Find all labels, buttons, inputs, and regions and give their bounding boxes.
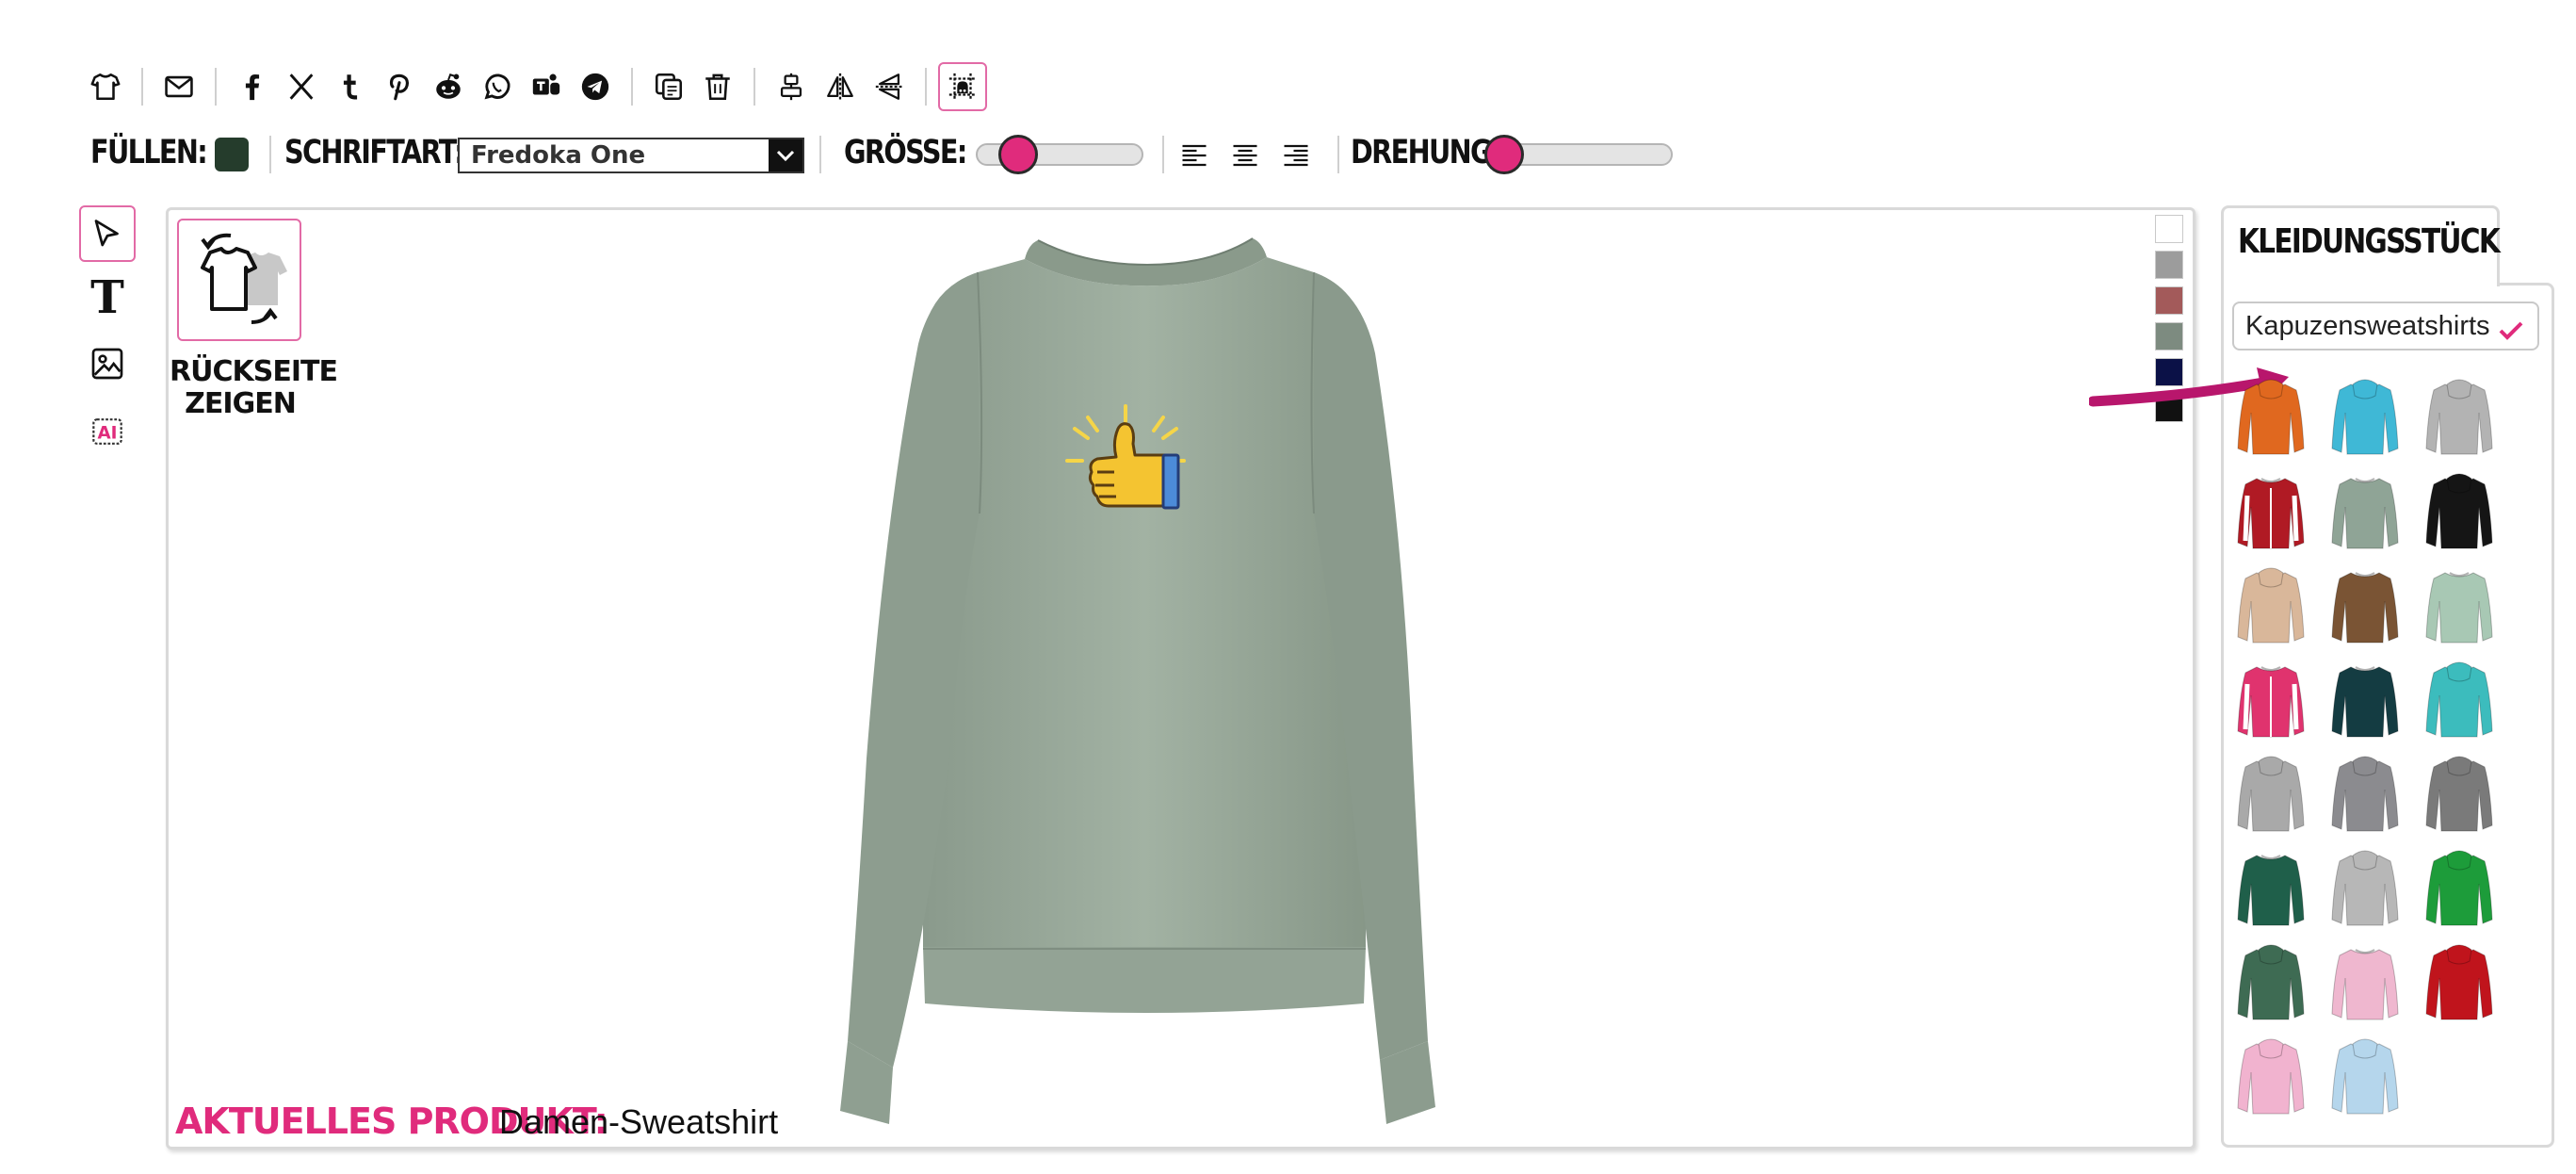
garment-light-blue-hoodie[interactable] <box>2326 1033 2404 1117</box>
garment-red-hoodie[interactable] <box>2421 938 2498 1023</box>
category-select[interactable]: Kapuzensweatshirts <box>2232 302 2539 351</box>
color-swatch[interactable] <box>2155 286 2183 315</box>
mail-icon[interactable] <box>154 62 203 111</box>
options-divider <box>1162 136 1164 173</box>
whatsapp-icon[interactable] <box>473 62 522 111</box>
pinterest-icon[interactable] <box>375 62 424 111</box>
align-left-icon[interactable] <box>1175 137 1213 174</box>
font-select[interactable]: Fredoka One <box>458 138 804 173</box>
svg-text:AI: AI <box>97 423 117 443</box>
garment-orange-hoodie[interactable] <box>2232 373 2309 458</box>
text-icon[interactable]: T <box>79 269 136 326</box>
ai-icon[interactable]: AI <box>79 403 136 460</box>
trash-icon[interactable] <box>693 62 742 111</box>
garment-pink-college-jacket[interactable] <box>2232 656 2309 741</box>
top-toolbar <box>81 60 987 113</box>
align-center-icon[interactable] <box>1226 137 1264 174</box>
garment-mint-sweatshirt[interactable] <box>2421 562 2498 646</box>
product-sweatshirt-image <box>840 237 1435 1124</box>
align-center-vertical-icon[interactable] <box>767 62 816 111</box>
rotation-slider-handle[interactable] <box>1484 135 1524 174</box>
garment-teal-dark-sweatshirt[interactable] <box>2326 656 2404 741</box>
rotation-label: DREHUNG: <box>1351 134 1501 171</box>
color-swatch[interactable] <box>2155 215 2183 243</box>
garment-grey-women-hoodie[interactable] <box>2326 844 2404 929</box>
current-product-name: Damen-Sweatshirt <box>499 1102 779 1141</box>
toolbar-divider <box>925 68 927 106</box>
flip-vertical-icon[interactable] <box>865 62 914 111</box>
category-select-value: Kapuzensweatshirts <box>2245 310 2490 341</box>
image-icon[interactable] <box>79 335 136 392</box>
garment-dark-grey-hoodie[interactable] <box>2421 750 2498 835</box>
garment-grey-zip-hoodie[interactable] <box>2326 750 2404 835</box>
garment-brown-sweatshirt[interactable] <box>2326 562 2404 646</box>
size-slider-handle[interactable] <box>997 135 1038 174</box>
flip-horizontal-icon[interactable] <box>816 62 865 111</box>
chevron-down-icon[interactable] <box>769 139 802 171</box>
checkmark-icon <box>2499 321 2523 340</box>
garment-bottle-green-sweatshirt[interactable] <box>2232 844 2309 929</box>
garment-sage-sweatshirt[interactable] <box>2326 467 2404 552</box>
font-label: SCHRIFTART: <box>284 134 465 171</box>
align-right-icon[interactable] <box>1277 137 1315 174</box>
teams-icon[interactable] <box>522 62 571 111</box>
tumblr-icon[interactable] <box>326 62 375 111</box>
toolbar-divider <box>631 68 633 106</box>
size-label: GRÖSSE: <box>844 134 967 171</box>
duplicate-icon[interactable] <box>644 62 693 111</box>
grid-icon[interactable] <box>938 62 987 111</box>
tshirt-icon[interactable] <box>81 62 130 111</box>
x-icon[interactable] <box>277 62 326 111</box>
garment-pink-sweatshirt[interactable] <box>2326 938 2404 1023</box>
reddit-icon[interactable] <box>424 62 473 111</box>
garment-red-college-jacket[interactable] <box>2232 467 2309 552</box>
toolbar-divider <box>215 68 217 106</box>
garment-grey-hoodie[interactable] <box>2421 373 2498 458</box>
garment-green-zip-hoodie[interactable] <box>2232 938 2309 1023</box>
garment-turquoise-zip-hoodie[interactable] <box>2421 656 2498 741</box>
color-swatch[interactable] <box>2155 322 2183 351</box>
garment-black-orange-hoodie[interactable] <box>2421 467 2498 552</box>
options-divider <box>269 136 271 173</box>
fill-label: FÜLLEN: <box>90 134 208 171</box>
garment-light-pink-hoodie[interactable] <box>2232 1033 2309 1117</box>
toolbar-divider <box>141 68 143 106</box>
options-divider <box>819 136 821 173</box>
facebook-icon[interactable] <box>228 62 277 111</box>
fill-color-swatch[interactable] <box>215 138 249 171</box>
color-swatch[interactable] <box>2155 251 2183 279</box>
garment-light-grey-sleeveless-hoodie[interactable] <box>2232 750 2309 835</box>
pointer-icon[interactable] <box>79 205 136 262</box>
thumbs-up-print[interactable] <box>1060 400 1191 532</box>
options-divider <box>1337 136 1339 173</box>
show-back-button[interactable] <box>177 219 301 341</box>
garment-turquoise-hoodie[interactable] <box>2326 373 2404 458</box>
show-back-label: RÜCKSEITE ZEIGEN <box>170 355 338 420</box>
garment-ombre-hoodie[interactable] <box>2232 562 2309 646</box>
telegram-icon[interactable] <box>571 62 620 111</box>
font-select-value: Fredoka One <box>471 141 646 170</box>
toolbar-divider <box>753 68 755 106</box>
rotate-shirt-icon <box>201 233 287 324</box>
garment-green-hoodie[interactable] <box>2421 844 2498 929</box>
tab-garment-label: KLEIDUNGSSTÜCK <box>2238 222 2501 261</box>
